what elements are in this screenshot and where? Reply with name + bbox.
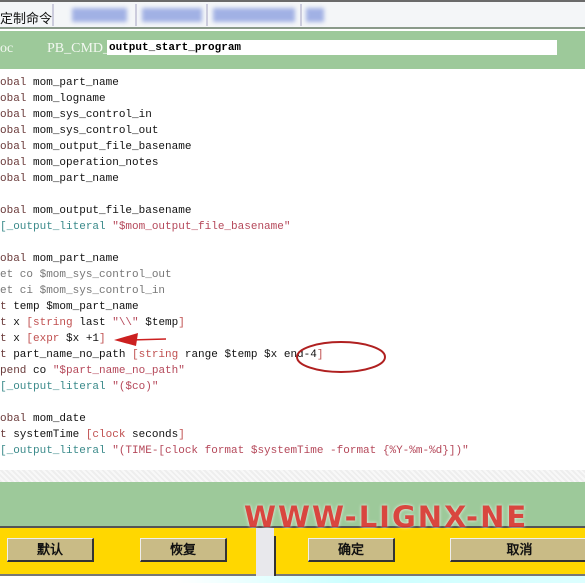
watermark: WWW-LIGNX-NE (244, 500, 529, 534)
restore-button[interactable]: 恢复 (140, 538, 227, 562)
default-button[interactable]: 默认 (7, 538, 94, 562)
divider-line (274, 536, 276, 576)
bottom-edge (0, 576, 585, 583)
scroll-strip[interactable] (0, 470, 585, 482)
red-circle-annotation (296, 341, 386, 373)
cancel-button[interactable]: 取消 (450, 538, 585, 562)
divider (256, 528, 274, 576)
ok-button[interactable]: 确定 (308, 538, 395, 562)
red-arrow-head-icon (114, 333, 138, 346)
